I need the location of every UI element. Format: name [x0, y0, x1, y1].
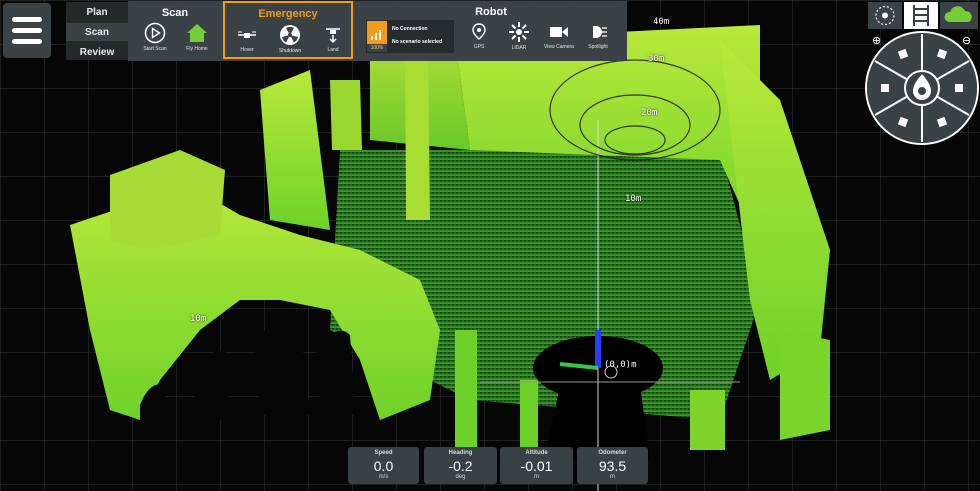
- mode-scan[interactable]: Scan: [66, 23, 128, 41]
- start-scan-button[interactable]: Start Scan: [133, 22, 177, 52]
- heading-value: -0.2: [448, 458, 473, 474]
- view-navigator[interactable]: ⊕ ⊖: [864, 30, 980, 146]
- view-camera-button[interactable]: View Camera: [537, 22, 581, 50]
- odometer-value: 93.5: [598, 458, 627, 474]
- svg-text:⊖: ⊖: [962, 35, 971, 47]
- mode-review[interactable]: Review: [66, 43, 128, 61]
- fly-home-button[interactable]: Fly Home: [175, 22, 219, 52]
- fly-home-label: Fly Home: [186, 46, 208, 52]
- speed-value: 0.0: [373, 458, 394, 474]
- spotlight-icon: [593, 26, 607, 38]
- menu-icon-bar: [12, 28, 42, 33]
- signal-percent: 100%: [367, 44, 387, 52]
- land-icon: [326, 28, 340, 44]
- play-icon: [144, 22, 166, 44]
- map-viewport[interactable]: [0, 0, 980, 491]
- emergency-title: Emergency: [258, 8, 318, 20]
- robot-group-title: Robot: [475, 6, 507, 18]
- radiation-icon: [280, 25, 300, 45]
- ladder-icon: [913, 5, 929, 26]
- speed-readout: Speed 0.0 m/s: [348, 447, 419, 484]
- origin-label: (0,0)m: [604, 360, 637, 370]
- emergency-group: Emergency Hover Shutdown Land: [223, 1, 353, 59]
- menu-icon: [12, 17, 42, 22]
- connection-status: 100% No Connection No scenario selected: [366, 20, 454, 53]
- altitude-label: Altitude: [525, 450, 548, 456]
- shutdown-button[interactable]: Shutdown: [268, 24, 312, 54]
- hover-button[interactable]: Hover: [225, 25, 269, 53]
- land-button[interactable]: Land: [311, 25, 355, 53]
- menu-button[interactable]: [3, 3, 51, 58]
- drone-icon: [238, 31, 256, 38]
- start-scan-label: Start Scan: [143, 46, 167, 52]
- range-label-10m-center: 10m: [625, 194, 642, 204]
- hover-label: Hover: [240, 47, 254, 53]
- video-camera-icon: [550, 27, 568, 37]
- odometer-label: Odometer: [598, 450, 627, 456]
- odometer-readout: Odometer 93.5 m: [577, 447, 648, 484]
- gps-button[interactable]: GPS: [457, 22, 501, 50]
- range-label-10m-left: 10m: [190, 314, 207, 324]
- scan-group-title: Scan: [161, 7, 189, 19]
- shutdown-label: Shutdown: [278, 48, 302, 54]
- speed-unit: m/s: [378, 474, 389, 480]
- recenter-icon: [875, 5, 895, 26]
- speed-label: Speed: [374, 450, 393, 456]
- scenario-text: No scenario selected: [392, 39, 443, 45]
- layers-button[interactable]: [904, 2, 938, 29]
- heading-unit: deg: [455, 474, 466, 480]
- signal-icon: [367, 21, 387, 45]
- recenter-button[interactable]: [868, 2, 902, 29]
- menu-icon-bar: [12, 39, 42, 44]
- altitude-value: -0.01: [520, 458, 553, 474]
- lidar-button[interactable]: LIDAR: [497, 21, 541, 51]
- odometer-unit: m: [610, 474, 615, 480]
- heading-label: Heading: [448, 450, 473, 456]
- cloud-button[interactable]: [940, 2, 978, 29]
- location-pin-icon: [472, 23, 486, 40]
- spotlight-button[interactable]: Spotlight: [576, 22, 620, 50]
- land-label: Land: [327, 47, 339, 53]
- svg-text:⊕: ⊕: [872, 35, 881, 47]
- range-label-30m: 30m: [648, 54, 665, 64]
- range-label-40m: 40m: [653, 17, 670, 27]
- spotlight-label: Spotlight: [588, 44, 608, 50]
- lidar-label: LIDAR: [511, 45, 527, 51]
- connection-text: No Connection: [392, 26, 428, 32]
- mode-switcher: Plan Scan Review: [66, 2, 128, 60]
- range-label-20m: 20m: [641, 108, 658, 118]
- altitude-unit: m: [534, 474, 539, 480]
- heading-readout: Heading -0.2 deg: [424, 447, 497, 484]
- lidar-icon: [509, 22, 529, 42]
- view-camera-label: View Camera: [544, 44, 574, 50]
- altitude-readout: Altitude -0.01 m: [500, 447, 573, 484]
- mode-plan[interactable]: Plan: [66, 3, 128, 21]
- gps-label: GPS: [473, 44, 485, 50]
- home-icon: [187, 24, 207, 42]
- cloud-icon: [944, 6, 972, 22]
